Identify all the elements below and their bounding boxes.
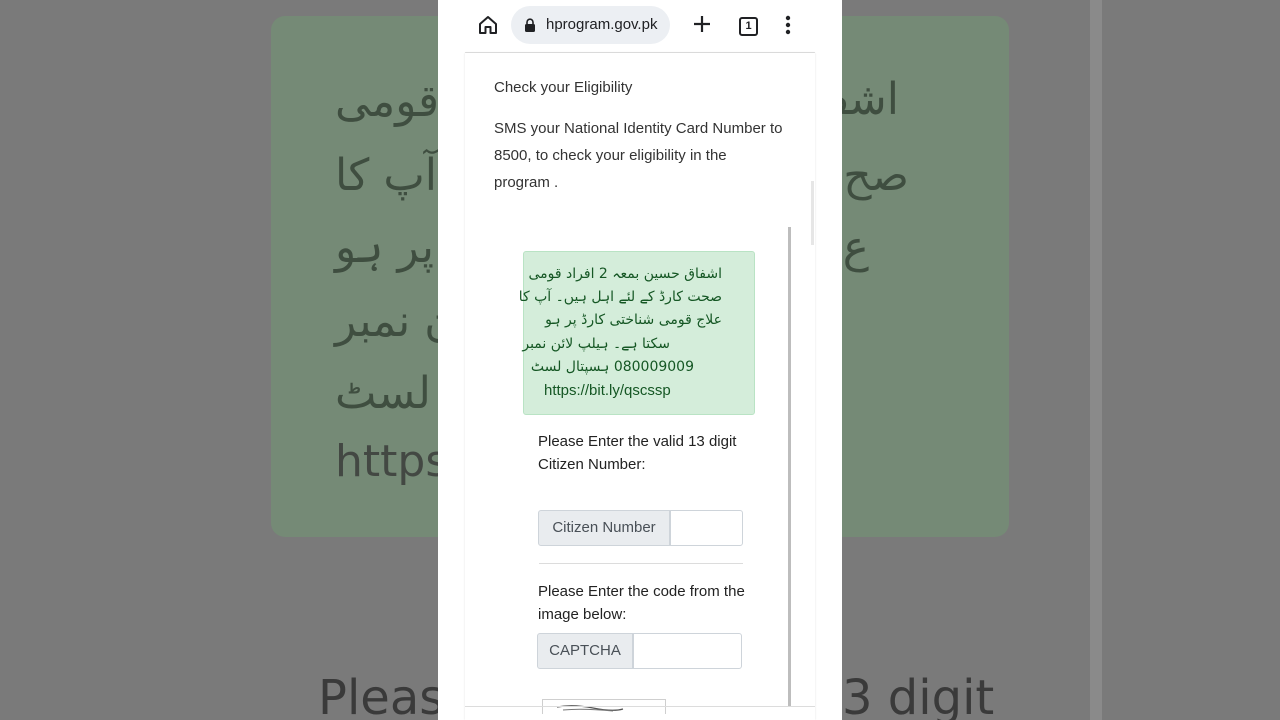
- new-tab-icon[interactable]: [693, 15, 711, 33]
- captcha-label: Please Enter the code from the image bel…: [538, 583, 745, 623]
- home-icon[interactable]: [477, 14, 499, 36]
- citizen-number-addon: Citizen Number: [538, 510, 670, 546]
- background-text: ع: [842, 222, 869, 273]
- alert-text-line: علاج قومی شناختی کارڈ پر ہو: [545, 312, 722, 328]
- more-options-icon[interactable]: [785, 15, 791, 35]
- alert-text-line: صحت کارڈ کے لئے اہل ہیں۔ آپ کا: [518, 289, 722, 305]
- hospital-list-link[interactable]: https://bit.ly/qscssp: [544, 382, 671, 399]
- eligibility-result-alert: اشفاق حسین بمعہ 2 افراد قومی صحت کارڈ کے…: [519, 251, 755, 415]
- alert-text-line: 080009009 ہسپتال لسٹ: [530, 359, 694, 375]
- browser-toolbar: hprogram.gov.pk 1: [438, 0, 842, 52]
- alert-text-line: اشفاق حسین بمعہ 2 افراد قومی: [528, 266, 722, 282]
- background-scrollbar: [1090, 0, 1102, 720]
- address-bar[interactable]: hprogram.gov.pk: [511, 6, 670, 44]
- captcha-input[interactable]: [633, 633, 742, 669]
- captcha-noise-graphic: [556, 705, 624, 712]
- background-bottom-text-right: 3 digit: [842, 670, 995, 720]
- form-divider: [539, 563, 743, 564]
- background-text: صح: [843, 150, 909, 201]
- eligibility-frame: اشفاق حسین بمعہ 2 افراد قومی صحت کارڈ کے…: [495, 227, 791, 714]
- background-bottom-text: Pleas: [318, 670, 445, 720]
- page-bottom-border: [465, 706, 815, 707]
- url-text: hprogram.gov.pk: [546, 16, 658, 33]
- background-text: https: [335, 436, 449, 487]
- background-text: قومی: [335, 76, 440, 127]
- eligibility-title: Check your Eligibility: [494, 79, 633, 96]
- lock-icon: [525, 18, 535, 32]
- background-text: پر ہو: [335, 222, 435, 273]
- citizen-number-input[interactable]: [670, 510, 743, 546]
- captcha-addon: CAPTCHA: [537, 633, 633, 669]
- eligibility-description: SMS your National Identity Card Number t…: [494, 120, 783, 191]
- citizen-number-label: Please Enter the valid 13 digit Citizen …: [538, 433, 737, 473]
- phone-screen: hprogram.gov.pk 1 Check your Eligibility…: [438, 0, 842, 720]
- alert-text-line: سکتا ہے۔ ہیلپ لائن نمبر: [522, 336, 670, 352]
- tab-switcher-icon[interactable]: 1: [739, 17, 758, 36]
- page-content: Check your Eligibility SMS your National…: [465, 53, 815, 720]
- background-text: آپ کا: [335, 150, 437, 201]
- scroll-indicator[interactable]: [811, 181, 814, 245]
